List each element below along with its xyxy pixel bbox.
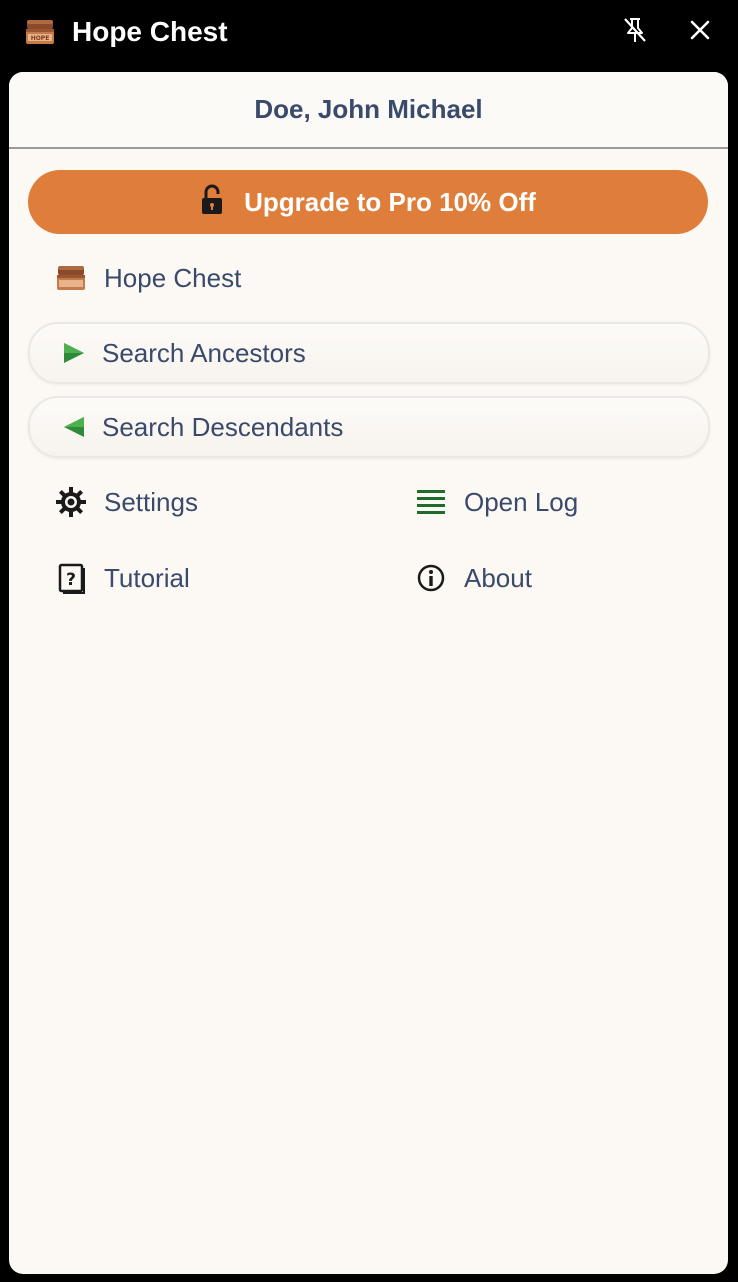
hope-chest-label: Hope Chest xyxy=(104,262,242,293)
about-item[interactable]: About xyxy=(415,562,532,594)
about-label: About xyxy=(464,562,532,593)
search-ancestors-button[interactable]: Search Ancestors xyxy=(28,322,710,384)
unpin-icon xyxy=(622,16,648,49)
close-icon xyxy=(689,19,711,46)
open-log-item[interactable]: Open Log xyxy=(415,486,578,518)
unlocked-lock-icon xyxy=(200,184,224,221)
gear-icon xyxy=(55,486,87,518)
close-button[interactable] xyxy=(684,16,716,48)
info-icon xyxy=(415,562,447,594)
open-log-label: Open Log xyxy=(464,486,579,517)
unpin-button[interactable] xyxy=(619,16,651,48)
hope-chest-item[interactable]: Hope Chest xyxy=(55,262,241,294)
search-ancestors-label: Search Ancestors xyxy=(102,337,306,368)
list-lines-icon xyxy=(415,486,447,518)
hope-chest-icon xyxy=(55,262,87,294)
hope-chest-icon: HOPE xyxy=(24,16,56,48)
panel-header: Doe, John Michael xyxy=(9,72,728,149)
search-descendants-label: Search Descendants xyxy=(102,411,344,442)
tutorial-item[interactable]: ? Tutorial xyxy=(55,562,190,594)
upgrade-to-pro-button[interactable]: Upgrade to Pro 10% Off xyxy=(28,170,708,234)
settings-label: Settings xyxy=(104,486,198,517)
user-name: Doe, John Michael xyxy=(254,94,483,124)
tutorial-label: Tutorial xyxy=(104,562,190,593)
settings-item[interactable]: Settings xyxy=(55,486,198,518)
svg-text:?: ? xyxy=(66,570,76,590)
play-right-icon xyxy=(58,337,90,369)
app-title: Hope Chest xyxy=(72,16,228,47)
upgrade-label: Upgrade to Pro 10% Off xyxy=(244,186,536,217)
svg-text:HOPE: HOPE xyxy=(31,35,50,42)
search-descendants-button[interactable]: Search Descendants xyxy=(28,396,710,458)
title-bar: HOPE Hope Chest xyxy=(0,0,738,64)
help-book-icon: ? xyxy=(55,562,87,594)
play-left-icon xyxy=(58,411,90,443)
main-panel: Doe, John Michael Upgrade to Pro 10% Off xyxy=(9,72,728,1274)
